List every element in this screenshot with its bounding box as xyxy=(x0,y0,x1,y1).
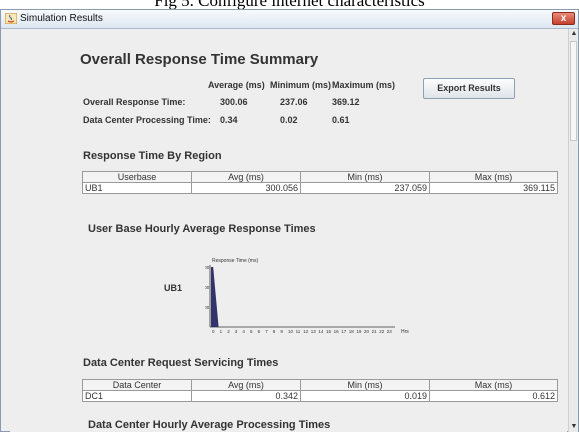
x-tick-label: 14 xyxy=(318,329,324,334)
summary-header-minimum: Minimum (ms) xyxy=(270,80,332,90)
x-tick-label: 18 xyxy=(349,329,355,334)
column-header[interactable]: Max (ms) xyxy=(429,171,558,183)
simulation-results-window: Simulation Results x Overall Response Ti… xyxy=(0,9,579,432)
table-cell[interactable]: 300.056 xyxy=(191,182,301,194)
chart-bar xyxy=(211,267,219,327)
userbase-chart-label: UB1 xyxy=(164,283,183,293)
y-tick-label: 100 xyxy=(205,305,210,310)
dc-processing-max: 0.61 xyxy=(332,115,350,125)
x-tick-label: 15 xyxy=(326,329,332,334)
overall-response-max: 369.12 xyxy=(332,97,360,107)
y-tick-label: 300 xyxy=(205,265,210,270)
table-cell[interactable]: 237.059 xyxy=(300,182,430,194)
x-axis-label: Hrs xyxy=(401,329,409,335)
dc-table: Data Center Avg (ms) Min (ms) Max (ms) D… xyxy=(82,379,558,402)
table-cell[interactable]: 0.019 xyxy=(300,390,430,402)
summary-header-average: Average (ms) xyxy=(208,80,265,90)
x-tick-label: 11 xyxy=(296,329,301,334)
x-tick-label: 13 xyxy=(311,329,317,334)
table-header-row: Userbase Avg (ms) Min (ms) Max (ms) xyxy=(82,171,558,183)
x-tick-label: 22 xyxy=(379,329,385,334)
column-header[interactable]: Min (ms) xyxy=(300,379,430,391)
chart-title: Response Time (ms) xyxy=(212,258,258,264)
region-table: Userbase Avg (ms) Min (ms) Max (ms) UB1 … xyxy=(82,171,558,194)
table-cell[interactable]: UB1 xyxy=(82,182,192,194)
x-tick-label: 17 xyxy=(341,329,347,334)
close-icon: x xyxy=(560,13,567,24)
dc-hourly-section-title: Data Center Hourly Average Processing Ti… xyxy=(88,419,331,431)
x-tick-label: 21 xyxy=(372,329,378,334)
table-cell[interactable]: DC1 xyxy=(82,390,192,402)
x-tick-label: 6 xyxy=(258,329,261,334)
x-tick-label: 19 xyxy=(356,329,362,334)
scroll-down-icon[interactable]: ▼ xyxy=(570,423,578,431)
dc-processing-min: 0.02 xyxy=(280,115,298,125)
results-panel: Overall Response Time Summary Average (m… xyxy=(10,29,567,432)
column-header[interactable]: Userbase xyxy=(82,171,192,183)
x-tick-label: 7 xyxy=(265,329,268,334)
x-tick-label: 8 xyxy=(273,329,276,334)
column-header[interactable]: Avg (ms) xyxy=(191,171,301,183)
overall-response-label: Overall Response Time: xyxy=(83,97,186,107)
column-header[interactable]: Avg (ms) xyxy=(191,379,301,391)
region-section-title: Response Time By Region xyxy=(83,150,222,162)
table-cell[interactable]: 0.342 xyxy=(191,390,301,402)
java-app-icon xyxy=(5,13,17,24)
column-header[interactable]: Min (ms) xyxy=(300,171,430,183)
y-tick-labels: 300 200 100 xyxy=(205,265,210,310)
summary-header-maximum: Maximum (ms) xyxy=(332,80,396,90)
export-results-button[interactable]: Export Results xyxy=(423,78,515,99)
dc-processing-label: Data Center Processing Time: xyxy=(83,115,211,125)
x-tick-label: 16 xyxy=(334,329,340,334)
x-tick-label: 2 xyxy=(227,329,230,334)
x-tick-label: 9 xyxy=(280,329,283,334)
overall-response-avg: 300.06 xyxy=(220,97,248,107)
x-tick-label: 0 xyxy=(212,329,215,334)
summary-title: Overall Response Time Summary xyxy=(80,51,319,68)
hourly-section-title: User Base Hourly Average Response Times xyxy=(88,223,316,235)
x-tick-label: 5 xyxy=(250,329,253,334)
table-row[interactable]: UB1 300.056 237.059 369.115 xyxy=(82,182,558,194)
table-cell[interactable]: 0.612 xyxy=(429,390,558,402)
y-tick-label: 200 xyxy=(205,285,210,290)
x-tick-label: 10 xyxy=(288,329,294,334)
vertical-scrollbar[interactable]: ▲ ▼ xyxy=(568,29,578,432)
x-tick-label: 3 xyxy=(235,329,238,334)
close-button[interactable]: x xyxy=(552,12,575,25)
window-title: Simulation Results xyxy=(20,13,103,24)
column-header[interactable]: Max (ms) xyxy=(429,379,558,391)
dc-section-title: Data Center Request Servicing Times xyxy=(83,357,279,369)
scrollbar-thumb[interactable] xyxy=(570,41,577,141)
chart-bars xyxy=(211,267,219,327)
column-header[interactable]: Data Center xyxy=(82,379,192,391)
table-header-row: Data Center Avg (ms) Min (ms) Max (ms) xyxy=(82,379,558,391)
title-bar[interactable]: Simulation Results x xyxy=(1,10,578,29)
table-row[interactable]: DC1 0.342 0.019 0.612 xyxy=(82,390,558,402)
x-tick-label: 4 xyxy=(242,329,245,334)
x-tick-label: 1 xyxy=(220,329,223,334)
hourly-response-chart: Response Time (ms) 300200100 01234567891… xyxy=(205,258,409,335)
dc-processing-avg: 0.34 xyxy=(220,115,238,125)
scroll-up-icon[interactable]: ▲ xyxy=(570,30,578,38)
table-cell[interactable]: 369.115 xyxy=(429,182,558,194)
x-tick-label: 12 xyxy=(303,329,309,334)
x-tick-labels: 0 1 2 3 4 5 6 7 8 9 10 11 12 13 14 15 16 17 18 19 20 21 22 23 xyxy=(212,329,392,334)
overall-response-min: 237.06 xyxy=(280,97,308,107)
x-tick-label: 23 xyxy=(387,329,393,334)
x-tick-label: 20 xyxy=(364,329,370,334)
